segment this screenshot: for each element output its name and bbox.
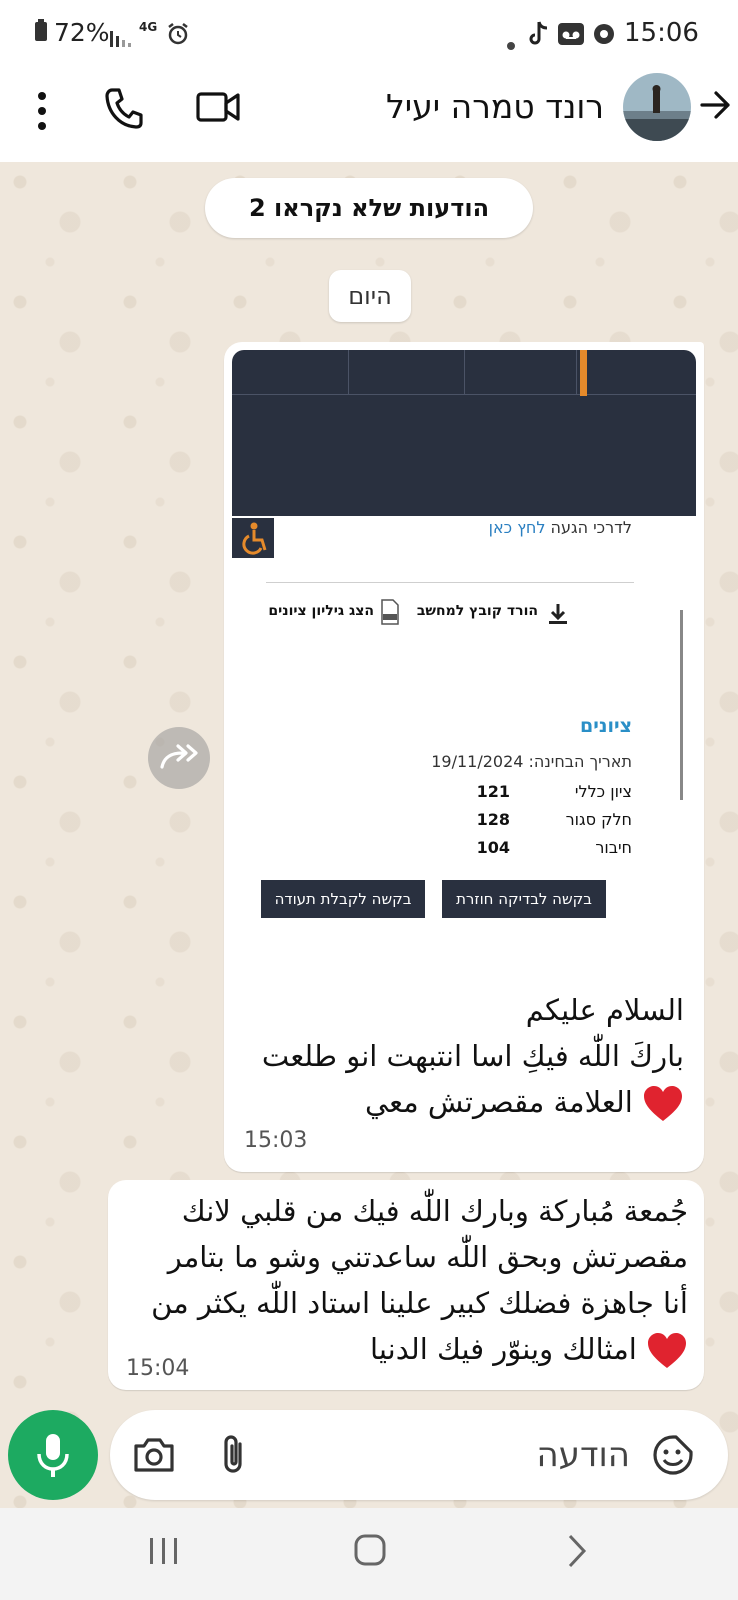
camera-icon[interactable] xyxy=(132,1436,176,1474)
download-file-link[interactable]: הורד קובץ למחשב xyxy=(412,603,538,619)
home-icon[interactable] xyxy=(354,1534,386,1566)
battery-icon xyxy=(34,18,48,48)
contact-name[interactable]: רונד טמרה יעיל xyxy=(380,82,604,132)
status-bar: 72% 4G 15:06 xyxy=(0,0,738,70)
unread-messages-banner: 2 הודעות שלא נקראו xyxy=(205,178,533,238)
grade-row: חיבור 104 xyxy=(232,838,696,866)
avatar[interactable] xyxy=(623,73,691,141)
screenshot-scrollbar xyxy=(680,610,683,800)
grade-label: ציון כללי xyxy=(574,782,632,801)
system-navigation-bar xyxy=(0,1508,738,1600)
exam-date: תאריך הבחינה: 19/11/2024 xyxy=(431,752,632,771)
clock: 15:06 xyxy=(624,18,699,48)
message-line: مقصرتش وبحق اللّٰه ساعدتني وشو ما بتامر xyxy=(167,1240,688,1274)
back-nav-icon[interactable] xyxy=(566,1534,588,1568)
more-options-icon[interactable] xyxy=(28,86,56,136)
voice-call-icon[interactable] xyxy=(104,86,144,130)
arrival-directions: לדרכי הגעה לחץ כאן xyxy=(382,518,632,537)
message-line: السلام عليكم xyxy=(525,993,684,1027)
message-line: امثالك وينوّر فيك الدنيا xyxy=(122,1326,688,1372)
incoming-message-bubble[interactable]: לדרכי הגעה לחץ כאן הורד קובץ למחשב הצג ג… xyxy=(224,342,704,1172)
grade-label: חלק סגור xyxy=(565,810,632,829)
pdf-icon xyxy=(380,599,400,625)
outgoing-message-bubble[interactable]: جُمعة مُباركة وبارك اللّٰه فيك من قلبي ل… xyxy=(108,1180,704,1390)
tiktok-icon xyxy=(526,20,550,54)
grade-value: 121 xyxy=(476,782,510,801)
date-chip: היום xyxy=(329,270,411,322)
microphone-icon xyxy=(37,1434,69,1477)
grade-value: 104 xyxy=(476,838,510,857)
chat-header: רונד טמרה יעיל xyxy=(0,70,738,162)
forward-icon xyxy=(160,744,198,769)
grade-row: ציון כללי 121 xyxy=(232,782,696,810)
grade-value: 128 xyxy=(476,810,510,829)
download-icon xyxy=(546,602,570,626)
message-composer[interactable]: הודעה xyxy=(110,1410,728,1500)
active-tab-indicator xyxy=(580,350,587,396)
sticker-icon[interactable] xyxy=(652,1434,694,1476)
message-line: العلامة مقصرتش معي xyxy=(238,1079,684,1125)
accessibility-button[interactable] xyxy=(232,518,274,558)
certificate-request-button[interactable]: בקשה לקבלת תעודה xyxy=(261,880,425,918)
show-grade-sheet-link[interactable]: הצג גיליון ציונים xyxy=(252,603,374,619)
accessibility-icon xyxy=(242,522,267,555)
heart-emoji xyxy=(646,1332,688,1368)
video-call-icon[interactable] xyxy=(196,90,240,124)
arrival-link[interactable]: לחץ כאן xyxy=(489,518,546,537)
message-text: جُمعة مُباركة وبارك اللّٰه فيك من قلبي ل… xyxy=(122,1188,688,1372)
message-line: أنا جاهزة فضلك كبير علينا استاد اللّٰه ي… xyxy=(151,1286,688,1320)
message-line: جُمعة مُباركة وبارك اللّٰه فيك من قلبي ل… xyxy=(181,1194,688,1228)
alarm-icon xyxy=(166,22,190,52)
screenshot-dark-header xyxy=(232,350,696,516)
notification-dot-icon xyxy=(506,28,516,57)
signal-icon xyxy=(110,24,134,53)
grade-label: חיבור xyxy=(595,838,632,857)
voice-message-button[interactable] xyxy=(8,1410,98,1500)
back-arrow-icon[interactable] xyxy=(698,88,732,122)
heart-emoji xyxy=(642,1085,684,1121)
message-text: السلام عليكم باركَ اللّٰه فيكِ اسا انتبه… xyxy=(238,987,684,1125)
message-time: 15:03 xyxy=(244,1128,308,1153)
chrome-icon xyxy=(592,22,616,52)
recent-apps-icon[interactable] xyxy=(148,1536,180,1566)
message-time: 15:04 xyxy=(126,1356,190,1381)
arrival-text: לדרכי הגעה xyxy=(550,518,633,537)
network-type: 4G xyxy=(139,20,158,34)
recheck-request-button[interactable]: בקשה לבדיקה חוזרת xyxy=(442,880,606,918)
battery-level: 72% xyxy=(54,18,110,47)
attached-screenshot[interactable]: לדרכי הגעה לחץ כאן הורד קובץ למחשב הצג ג… xyxy=(232,350,696,960)
voicemail-icon xyxy=(557,22,585,52)
message-line: باركَ اللّٰه فيكِ اسا انتبهت انو طلعت xyxy=(261,1039,684,1073)
grade-row: חלק סגור 128 xyxy=(232,810,696,838)
attach-icon[interactable] xyxy=(220,1432,248,1476)
forward-button[interactable] xyxy=(148,727,210,789)
message-input[interactable]: הודעה xyxy=(410,1430,630,1480)
grades-title: ציונים xyxy=(580,715,632,737)
